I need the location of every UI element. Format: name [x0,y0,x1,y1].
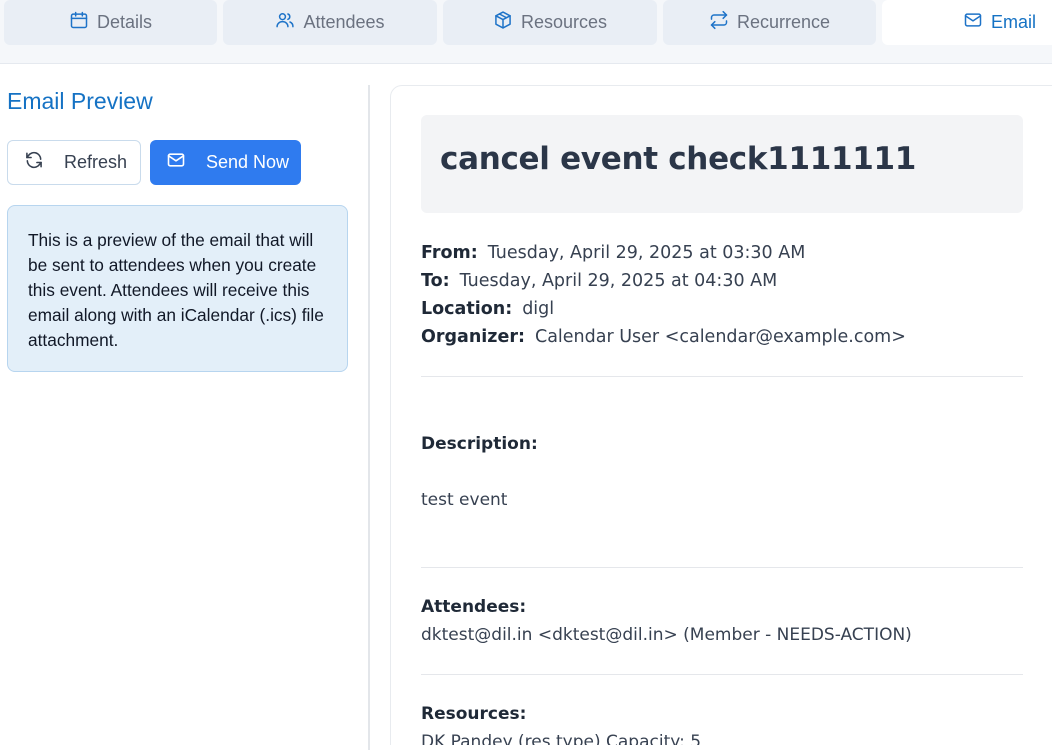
email-subject: cancel event check1111111 [440,141,917,177]
send-now-label: Send Now [206,152,290,172]
organizer-label: Organizer: [421,327,525,347]
from-row: From: Tuesday, April 29, 2025 at 03:30 AM [421,243,805,263]
scroll-clip [380,745,1052,750]
info-text: This is a preview of the email that will… [28,230,324,350]
users-icon [275,10,295,35]
from-value: Tuesday, April 29, 2025 at 03:30 AM [487,243,806,263]
location-row: Location: digl [421,299,554,319]
tab-label: Resources [520,12,608,32]
tab-label: Details [96,12,153,32]
tab-recurrence[interactable]: Recurrence [663,0,876,45]
tab-bar: Details Attendees Resources Recurrence E… [0,0,1052,64]
tab-resources[interactable]: Resources [443,0,657,45]
location-label: Location: [421,299,513,319]
organizer-value: Calendar User <calendar@example.com> [534,327,906,347]
divider [421,674,1023,675]
send-now-button[interactable]: Send Now [150,140,301,185]
mail-icon [150,150,206,175]
refresh-label: Refresh [64,152,128,172]
calendar-icon [69,10,89,35]
tab-label: Attendees [303,12,385,32]
box-icon [493,10,513,35]
to-value: Tuesday, April 29, 2025 at 04:30 AM [459,271,778,291]
organizer-row: Organizer: Calendar User <calendar@exampl… [421,327,906,347]
refresh-button[interactable]: Refresh [7,140,141,185]
description-label: Description: [421,434,538,454]
repeat-icon [709,10,729,35]
to-row: To: Tuesday, April 29, 2025 at 04:30 AM [421,271,777,291]
info-box: This is a preview of the email that will… [7,205,348,372]
tab-email[interactable]: Email [882,0,1052,45]
attendees-label: Attendees: [421,597,527,617]
from-label: From: [421,243,478,263]
panel-divider [368,85,370,750]
resources-label: Resources: [421,704,527,724]
divider [421,567,1023,568]
tab-attendees[interactable]: Attendees [223,0,437,45]
attendees-value: dktest@dil.in <dktest@dil.in> (Member - … [421,625,912,645]
mail-icon [963,10,983,35]
refresh-icon [8,150,64,175]
location-value: digl [522,299,555,319]
tab-label: Email [990,12,1036,32]
tab-details[interactable]: Details [4,0,217,45]
tab-label: Recurrence [736,12,831,32]
description-value: test event [421,490,508,510]
panel-title: Email Preview [7,88,153,114]
divider [421,376,1023,377]
to-label: To: [421,271,450,291]
